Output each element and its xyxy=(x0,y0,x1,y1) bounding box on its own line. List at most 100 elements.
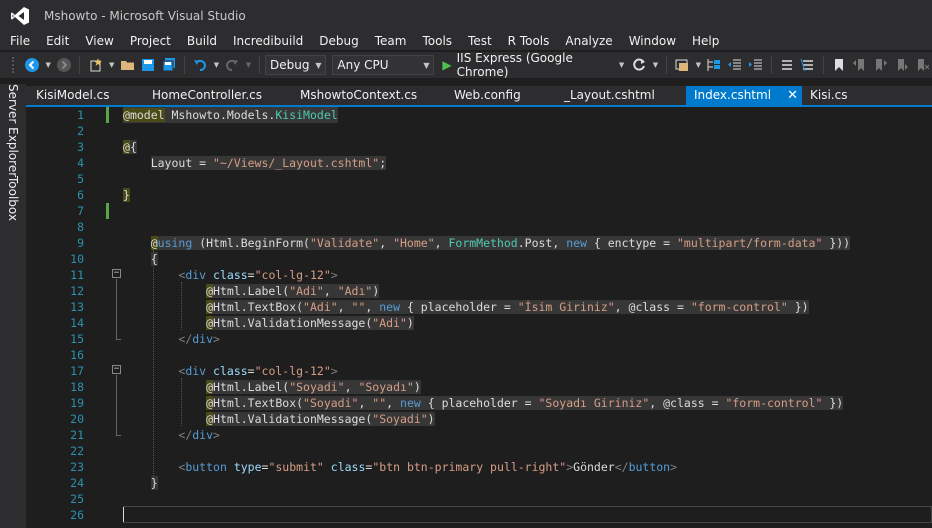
menu-r-tools[interactable]: R Tools xyxy=(500,32,558,50)
code-text: @Html.ValidationMessage("Adi") xyxy=(206,316,414,330)
tab-kisi-cs[interactable]: Kisi.cs xyxy=(802,86,862,105)
toolbar-separator xyxy=(259,56,261,74)
next-bookmark-in-folder-icon[interactable] xyxy=(893,56,910,74)
refresh-icon[interactable] xyxy=(631,56,648,74)
chevron-down-icon[interactable]: ▼ xyxy=(652,56,659,74)
tab-label: Kisi.cs xyxy=(810,88,848,102)
line-number: 16 xyxy=(70,348,84,362)
line-number: 2 xyxy=(77,124,84,138)
line-number: 18 xyxy=(70,380,84,394)
code-line: 19 @Html.TextBox("Soyadi", "", new { pla… xyxy=(26,395,932,411)
menu-file[interactable]: File xyxy=(0,32,38,50)
new-project-icon[interactable] xyxy=(87,56,104,74)
chevron-down-icon[interactable]: ▼ xyxy=(245,56,252,74)
browser-link-icon[interactable] xyxy=(674,56,691,74)
line-number: 23 xyxy=(70,460,84,474)
code-editor[interactable]: − − 1 @model Mshowto.Models.KisiModel 2 … xyxy=(26,107,932,528)
code-text: } xyxy=(150,476,158,490)
code-text: <div class="col-lg-12"> xyxy=(178,364,338,378)
tab-label: KisiModel.cs xyxy=(36,88,110,102)
menu-build[interactable]: Build xyxy=(179,32,225,50)
code-text: @Html.TextBox("Adi", "", new { placehold… xyxy=(206,300,809,314)
tab-kisimodel-cs[interactable]: KisiModel.cs xyxy=(28,86,140,105)
solution-platform-select[interactable]: Any CPU ▼ xyxy=(332,55,435,75)
menu-window[interactable]: Window xyxy=(621,32,684,50)
line-number: 25 xyxy=(70,492,84,506)
comment-lines-icon[interactable] xyxy=(779,56,796,74)
window-title: Mshowto - Microsoft Visual Studio xyxy=(44,9,246,23)
menu-help[interactable]: Help xyxy=(684,32,727,50)
code-line: 8 xyxy=(26,219,932,235)
title-bar: Mshowto - Microsoft Visual Studio xyxy=(0,0,932,32)
code-line: 22 xyxy=(26,443,932,459)
undo-icon[interactable] xyxy=(192,56,209,74)
save-all-icon[interactable] xyxy=(161,56,178,74)
line-number: 13 xyxy=(70,300,84,314)
menu-project[interactable]: Project xyxy=(122,32,179,50)
next-bookmark-icon[interactable] xyxy=(872,56,889,74)
chevron-down-icon[interactable]: ▼ xyxy=(108,56,115,74)
code-line: 10 { xyxy=(26,251,932,267)
server-explorer-tab[interactable]: Server Explorer xyxy=(6,84,20,177)
code-line: 20 @Html.ValidationMessage("Soyadi") xyxy=(26,411,932,427)
uncomment-lines-icon[interactable] xyxy=(799,56,816,74)
chevron-down-icon[interactable]: ▼ xyxy=(695,56,702,74)
tab-layout-cshtml[interactable]: _Layout.cshtml xyxy=(556,86,686,105)
menu-analyze[interactable]: Analyze xyxy=(557,32,620,50)
code-line: 1 @model Mshowto.Models.KisiModel xyxy=(26,107,932,123)
open-folder-icon[interactable] xyxy=(119,56,136,74)
code-text: } xyxy=(123,188,130,202)
find-in-files-icon[interactable] xyxy=(706,56,723,74)
line-number: 4 xyxy=(77,156,84,170)
indent-icon[interactable] xyxy=(747,56,764,74)
redo-icon[interactable] xyxy=(224,56,241,74)
chevron-down-icon[interactable]: ▼ xyxy=(616,56,627,74)
line-number: 22 xyxy=(70,444,84,458)
outdent-icon[interactable] xyxy=(727,56,744,74)
tab-web-config[interactable]: Web.config xyxy=(446,86,552,105)
save-icon[interactable] xyxy=(140,56,157,74)
menu-tools[interactable]: Tools xyxy=(414,32,460,50)
visual-studio-logo-icon xyxy=(10,6,30,26)
tab-index-cshtml[interactable]: Index.cshtml ✕ xyxy=(686,86,802,105)
code-text: @Html.Label("Adi", "Adı") xyxy=(206,284,380,298)
code-text: { xyxy=(150,252,158,266)
toolbar-grip[interactable] xyxy=(12,57,16,73)
clear-bookmarks-icon[interactable] xyxy=(913,56,930,74)
code-line: 13 @Html.TextBox("Adi", "", new { placeh… xyxy=(26,299,932,315)
menu-team[interactable]: Team xyxy=(367,32,415,50)
tab-label: Index.cshtml xyxy=(694,88,772,102)
code-text: @model Mshowto.Models.KisiModel xyxy=(123,107,338,123)
code-line: 4 Layout = "~/Views/_Layout.cshtml"; xyxy=(26,155,932,171)
toolbar-separator xyxy=(770,56,772,74)
solution-configuration-select[interactable]: Debug ▼ xyxy=(265,55,327,75)
chevron-down-icon[interactable]: ▼ xyxy=(213,56,220,74)
current-line-highlight xyxy=(123,506,932,523)
code-line: 21 </div> xyxy=(26,427,932,443)
chevron-down-icon: ▼ xyxy=(423,60,430,70)
tab-mshowtocontext-cs[interactable]: MshowtoContext.cs xyxy=(292,86,442,105)
toolbar-separator xyxy=(79,56,81,74)
previous-bookmark-icon[interactable] xyxy=(852,56,869,74)
code-text: </div> xyxy=(178,332,220,346)
start-debugging-button[interactable]: ▶ IIS Express (Google Chrome) xyxy=(442,51,614,79)
navigate-forward-icon[interactable] xyxy=(56,56,73,74)
code-text: @Html.TextBox("Soyadi", "", new { placeh… xyxy=(206,396,844,410)
close-icon[interactable]: ✕ xyxy=(787,86,798,105)
navigate-back-icon[interactable] xyxy=(24,56,41,74)
toolbar-separator xyxy=(666,56,668,74)
tab-homecontroller-cs[interactable]: HomeController.cs xyxy=(144,86,288,105)
chevron-down-icon[interactable]: ▼ xyxy=(44,56,51,74)
bookmark-icon[interactable] xyxy=(831,56,848,74)
code-line: 12 @Html.Label("Adi", "Adı") xyxy=(26,283,932,299)
menu-incredibuild[interactable]: Incredibuild xyxy=(225,32,311,50)
line-number: 12 xyxy=(70,284,84,298)
toolbox-tab[interactable]: Toolbox xyxy=(6,176,20,221)
menu-debug[interactable]: Debug xyxy=(311,32,366,50)
line-number: 21 xyxy=(70,428,84,442)
tab-label: HomeController.cs xyxy=(152,88,263,102)
menu-view[interactable]: View xyxy=(77,32,121,50)
menu-edit[interactable]: Edit xyxy=(38,32,77,50)
menu-test[interactable]: Test xyxy=(460,32,500,50)
line-number: 7 xyxy=(77,204,84,218)
